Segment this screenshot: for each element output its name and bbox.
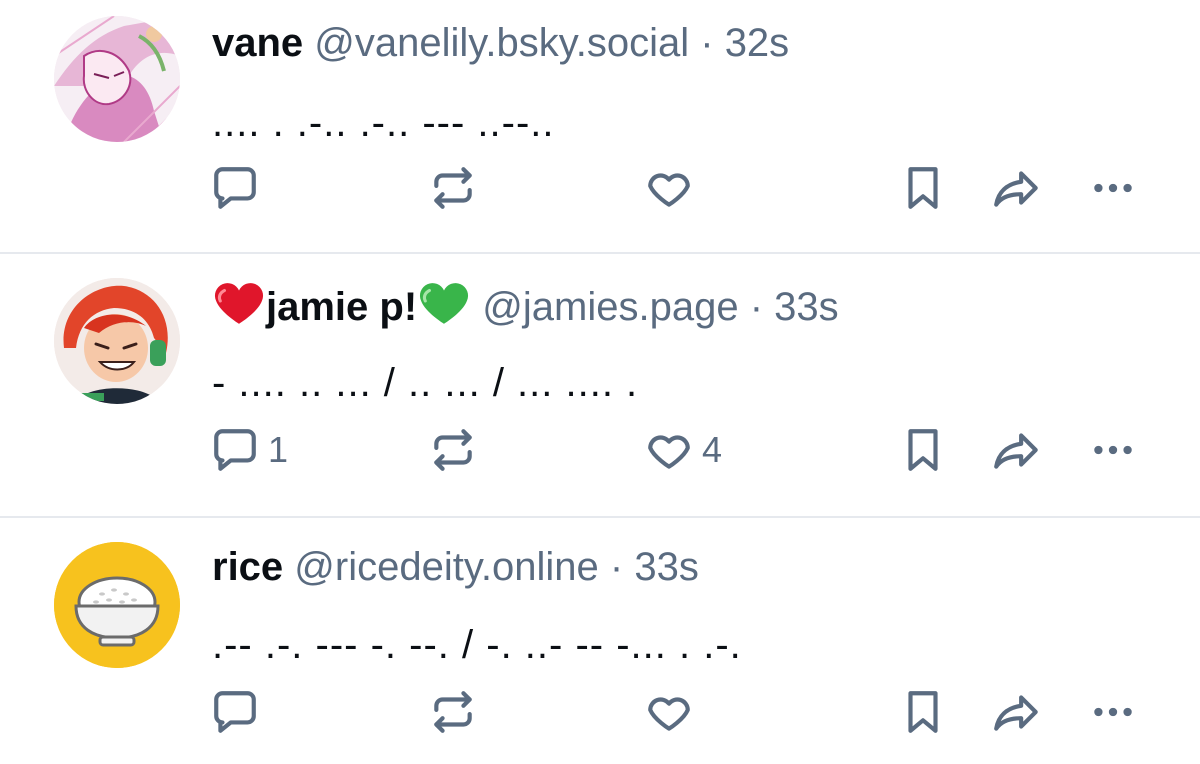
- meta-separator: ·: [700, 21, 714, 65]
- reply-button[interactable]: [210, 684, 268, 740]
- meta-separator: ·: [749, 285, 764, 329]
- bookmark-icon: [898, 425, 948, 475]
- avatar[interactable]: [54, 542, 180, 668]
- repost-icon: [428, 425, 478, 475]
- like-button[interactable]: [644, 684, 702, 740]
- post-actions: [0, 160, 1200, 216]
- bookmark-icon: [898, 163, 948, 213]
- reply-button[interactable]: [210, 160, 268, 216]
- share-icon: [990, 425, 1044, 475]
- author-handle[interactable]: @vanelily.bsky.social: [314, 21, 689, 65]
- post-header: vane @vanelily.bsky.social · 32s: [212, 18, 789, 68]
- repost-button[interactable]: [428, 422, 486, 478]
- like-count: 4: [702, 429, 723, 470]
- avatar[interactable]: [54, 278, 180, 404]
- like-button[interactable]: [644, 160, 702, 216]
- green-heart-emoji: [419, 280, 469, 338]
- more-options-icon: [1088, 687, 1138, 737]
- post-actions: [0, 684, 1200, 740]
- like-button[interactable]: 4: [644, 422, 722, 478]
- red-heart-emoji: [214, 280, 264, 338]
- post-actions: 1 4: [0, 422, 1200, 478]
- post-item[interactable]: jamie p! @jamies.page · 33s - .... .. ..…: [0, 254, 1200, 516]
- repost-icon: [428, 163, 478, 213]
- avatar-vane-illustration: [54, 16, 180, 142]
- heart-icon: [644, 163, 694, 213]
- post-age[interactable]: 32s: [725, 21, 790, 65]
- share-icon: [990, 163, 1044, 213]
- share-icon: [990, 687, 1044, 737]
- avatar-rice-bowl: [54, 542, 180, 668]
- heart-icon: [644, 425, 694, 475]
- author-handle[interactable]: @jamies.page: [482, 285, 738, 329]
- reply-icon: [210, 687, 260, 737]
- post-age[interactable]: 33s: [634, 545, 699, 589]
- reply-icon: [210, 425, 260, 475]
- post-text: .... . .-.. .-.. --- ..--..: [212, 101, 555, 145]
- more-options-icon: [1088, 163, 1138, 213]
- bookmark-icon: [898, 687, 948, 737]
- repost-icon: [428, 687, 478, 737]
- repost-button[interactable]: [428, 160, 486, 216]
- heart-icon: [644, 687, 694, 737]
- post-text: - .... .. ... / .. ... / ... .... .: [212, 361, 639, 405]
- reply-icon: [210, 163, 260, 213]
- meta-separator: ·: [609, 545, 624, 589]
- post-header: jamie p! @jamies.page · 33s: [212, 280, 839, 338]
- more-options-button[interactable]: [1088, 684, 1138, 740]
- avatar[interactable]: [54, 16, 180, 142]
- author-handle[interactable]: @ricedeity.online: [294, 545, 598, 589]
- bookmark-button[interactable]: [898, 422, 948, 478]
- post-feed: vane @vanelily.bsky.social · 32s .... . …: [0, 0, 1200, 764]
- post-header: rice @ricedeity.online · 33s: [212, 542, 699, 592]
- author-display-name[interactable]: jamie p!: [266, 285, 417, 329]
- share-button[interactable]: [990, 684, 1044, 740]
- more-options-icon: [1088, 425, 1138, 475]
- bookmark-button[interactable]: [898, 160, 948, 216]
- share-button[interactable]: [990, 422, 1044, 478]
- bookmark-button[interactable]: [898, 684, 948, 740]
- more-options-button[interactable]: [1088, 422, 1138, 478]
- reply-button[interactable]: 1: [210, 422, 288, 478]
- post-age[interactable]: 33s: [774, 285, 839, 329]
- author-display-name[interactable]: vane: [212, 21, 303, 65]
- repost-button[interactable]: [428, 684, 486, 740]
- share-button[interactable]: [990, 160, 1044, 216]
- author-display-name[interactable]: rice: [212, 545, 283, 589]
- post-item[interactable]: vane @vanelily.bsky.social · 32s .... . …: [0, 0, 1200, 252]
- avatar-jamie-illustration: [54, 278, 180, 404]
- post-text: .-- .-. --- -. --. / -. ..- -- -... . .-…: [212, 623, 742, 667]
- reply-count: 1: [268, 429, 289, 470]
- more-options-button[interactable]: [1088, 160, 1138, 216]
- post-item[interactable]: rice @ricedeity.online · 33s .-- .-. ---…: [0, 518, 1200, 764]
